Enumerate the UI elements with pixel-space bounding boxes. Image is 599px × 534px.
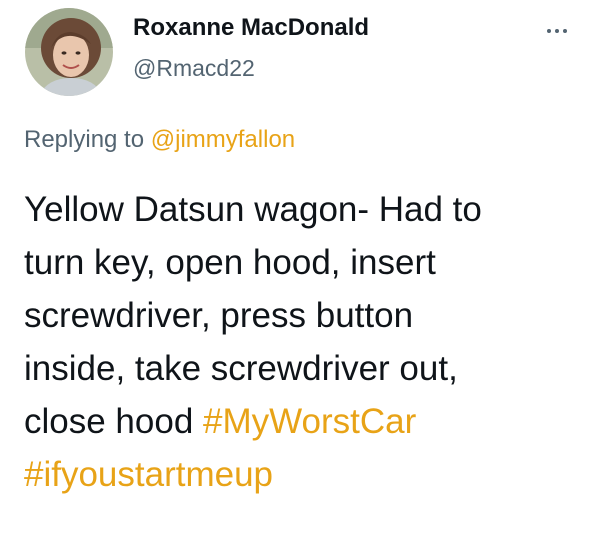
author-handle[interactable]: @Rmacd22 — [133, 55, 255, 82]
more-options-icon[interactable] — [537, 18, 577, 44]
tweet-card: Roxanne MacDonald @Rmacd22 Replying to @… — [0, 0, 599, 534]
more-dot-icon — [547, 29, 551, 33]
more-dot-icon — [563, 29, 567, 33]
tweet-text-line: #ifyoustartmeup — [24, 448, 580, 501]
more-dot-icon — [555, 29, 559, 33]
hashtag-link[interactable]: #ifyoustartmeup — [24, 455, 273, 494]
tweet-text-line: screwdriver, press button — [24, 296, 414, 335]
reply-mention-link[interactable]: @jimmyfallon — [151, 126, 295, 153]
tweet-text: Yellow Datsun wagon- Had to turn key, op… — [24, 183, 580, 501]
replying-to: Replying to @jimmyfallon — [24, 126, 295, 154]
avatar[interactable] — [25, 8, 113, 96]
hashtag-link[interactable]: #MyWorstCar — [203, 402, 416, 441]
author-display-name[interactable]: Roxanne MacDonald — [133, 14, 369, 42]
tweet-text-line: Yellow Datsun wagon- Had to — [24, 190, 482, 229]
profile-photo-icon — [25, 8, 113, 96]
tweet-text-segment: close hood — [24, 402, 204, 441]
tweet-text-line: turn key, open hood, insert — [24, 243, 436, 282]
tweet-text-line: inside, take screwdriver out, — [24, 349, 458, 388]
tweet-text-line: close hood #MyWorstCar — [24, 395, 580, 448]
replying-to-prefix: Replying to — [24, 126, 151, 153]
